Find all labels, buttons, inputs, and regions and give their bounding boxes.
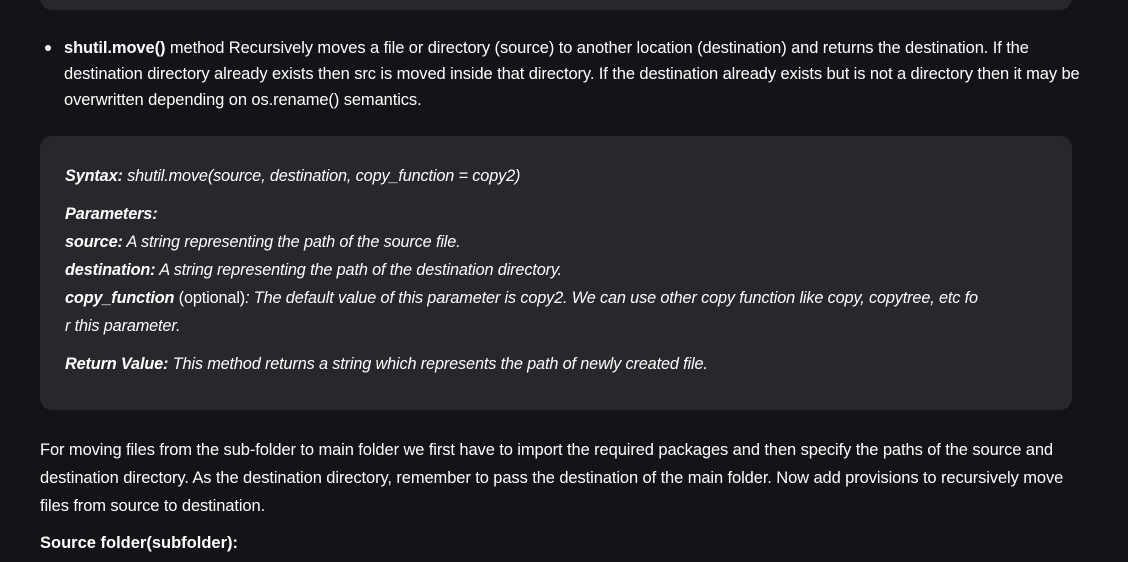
param-source-text: A string representing the path of the so… — [122, 233, 461, 251]
method-description-list: shutil.move() method Recursively moves a… — [40, 35, 1080, 113]
method-name: shutil.move() — [64, 39, 166, 57]
param-copy-text-1: : The default value of this parameter is… — [245, 289, 978, 307]
param-copy-function: copy_function (optional): The default va… — [65, 284, 1048, 312]
param-copy-function-cont: r this parameter. — [65, 312, 1048, 340]
syntax-signature: shutil.move(source, destination, copy_fu… — [122, 167, 521, 185]
param-source: source: A string representing the path o… — [65, 228, 1048, 256]
parameters-block: Parameters: source: A string representin… — [65, 200, 1048, 340]
return-value: Return Value: This method returns a stri… — [65, 350, 1048, 378]
param-destination-text: A string representing the path of the de… — [155, 261, 563, 279]
return-label: Return Value: — [65, 355, 169, 373]
section-subheading: Source folder(subfolder): — [40, 534, 239, 552]
param-copy-optional: (optional) — [174, 289, 246, 307]
explanation-paragraph: For moving files from the sub-folder to … — [40, 441, 1064, 515]
syntax-line: Syntax: shutil.move(source, destination,… — [65, 162, 1048, 190]
param-destination-label: destination: — [65, 261, 156, 279]
previous-code-block — [40, 0, 1072, 10]
method-description: method Recursively moves a file or direc… — [64, 39, 1080, 109]
param-destination: destination: A string representing the p… — [65, 256, 1048, 284]
syntax-box: Syntax: shutil.move(source, destination,… — [40, 136, 1072, 410]
parameters-label: Parameters: — [65, 200, 1048, 228]
parameters-heading: Parameters: — [65, 205, 158, 223]
param-copy-text-2: r this parameter. — [65, 317, 181, 335]
list-item: shutil.move() method Recursively moves a… — [40, 35, 1080, 113]
param-source-label: source: — [65, 233, 123, 251]
syntax-label: Syntax: — [65, 167, 123, 185]
param-copy-label: copy_function — [65, 289, 175, 307]
return-text: This method returns a string which repre… — [168, 355, 708, 373]
bullet-dot — [45, 45, 51, 51]
